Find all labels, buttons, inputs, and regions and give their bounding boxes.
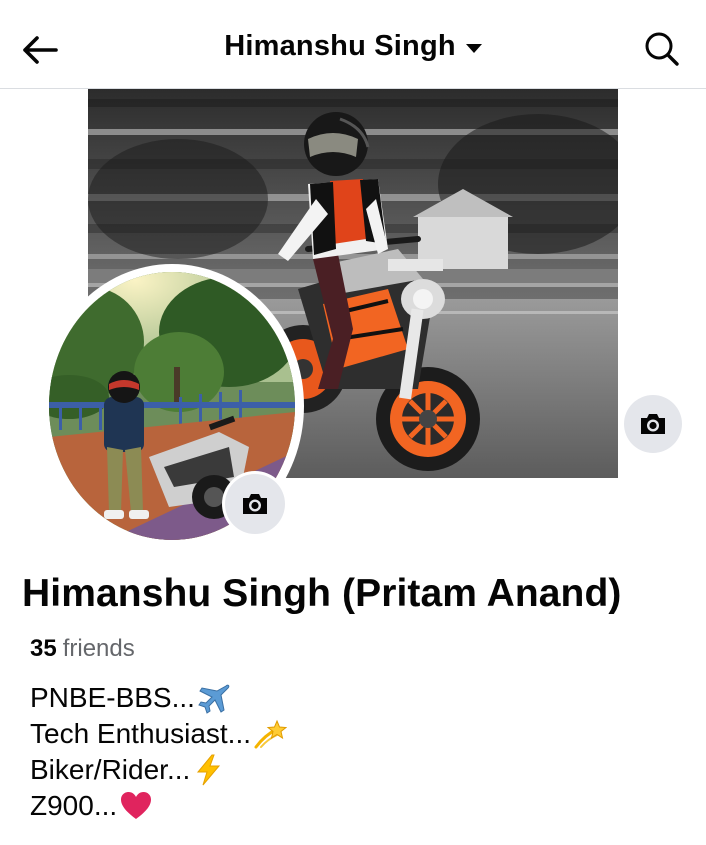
bio-line-text: Biker/Rider... (30, 754, 191, 785)
profile-bio: PNBE-BBS... Tech Enthusiast... Biker/Rid… (30, 680, 288, 824)
bio-line-text: Tech Enthusiast... (30, 718, 252, 749)
camera-icon (243, 494, 267, 514)
caret-down-icon (465, 44, 482, 53)
friends-count-link[interactable]: 35 friends (30, 635, 135, 663)
edit-profile-picture-button[interactable] (225, 474, 285, 534)
edit-cover-photo-button[interactable] (624, 395, 682, 453)
top-navigation-bar: Himanshu Singh (0, 0, 706, 89)
bio-line: Z900... (30, 788, 287, 824)
dizzy-star-emoji-icon (253, 717, 288, 751)
friends-label: friends (62, 635, 135, 662)
profile-name: Himanshu Singh (Pritam Anand) (22, 572, 622, 615)
profile-switcher-dropdown[interactable]: Himanshu Singh (0, 30, 706, 63)
search-button[interactable] (640, 27, 684, 71)
bio-line: Tech Enthusiast... (30, 716, 288, 752)
friends-count: 35 (30, 635, 57, 662)
red-heart-emoji-icon (119, 789, 153, 823)
search-icon (645, 32, 679, 66)
bio-line: PNBE-BBS... (30, 680, 287, 716)
airplane-emoji-icon (197, 681, 231, 715)
camera-icon (641, 414, 665, 434)
bio-line-text: Z900... (30, 790, 118, 821)
bio-line-text: PNBE-BBS... (30, 682, 195, 713)
lightning-emoji-icon (192, 753, 226, 787)
page-title: Himanshu Singh (224, 30, 456, 62)
bio-line: Biker/Rider... (30, 752, 287, 788)
